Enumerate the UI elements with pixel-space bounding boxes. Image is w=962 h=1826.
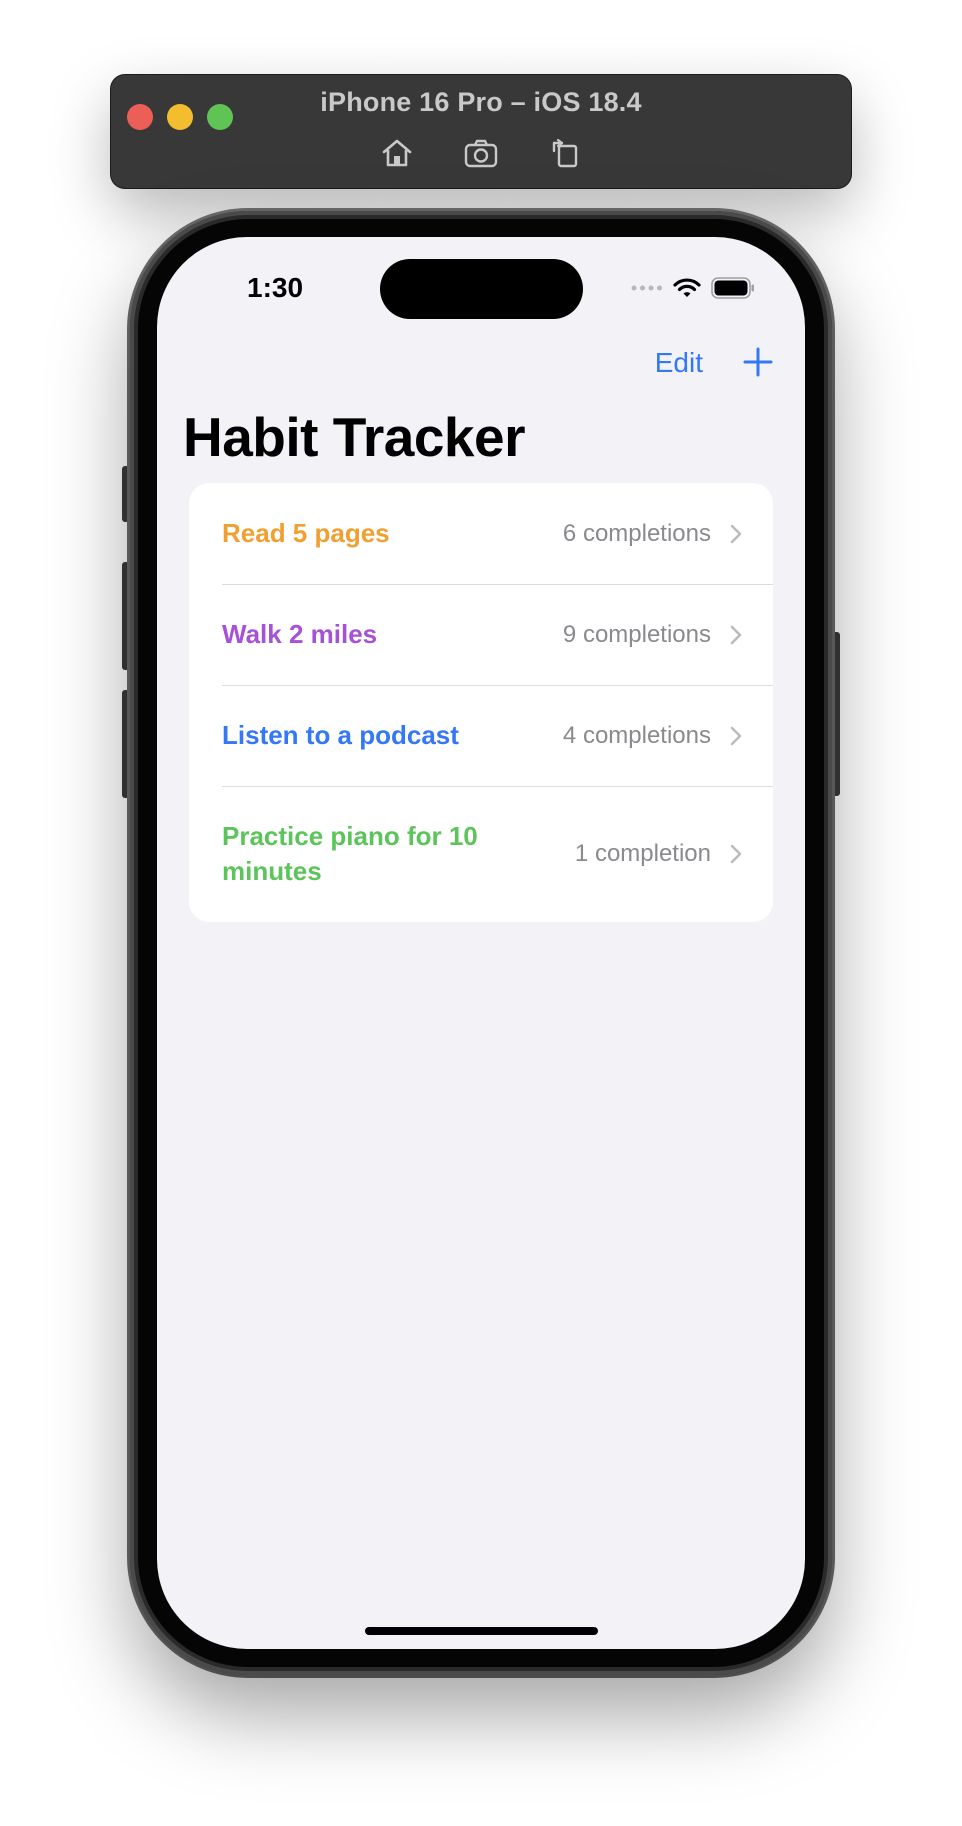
habit-row[interactable]: Walk 2 miles 9 completions — [189, 584, 773, 685]
add-habit-button[interactable] — [740, 344, 776, 380]
screenshot-icon[interactable] — [463, 135, 499, 171]
habit-completion-count: 9 completions — [562, 620, 711, 648]
habit-row[interactable]: Read 5 pages 6 completions — [189, 483, 773, 584]
plus-icon — [743, 347, 773, 377]
page-title: Habit Tracker — [183, 406, 526, 468]
habit-name: Listen to a podcast — [222, 720, 459, 750]
simulator-toolbar — [111, 135, 851, 171]
chevron-right-icon — [730, 524, 742, 543]
dynamic-island — [380, 259, 583, 319]
home-icon[interactable] — [379, 135, 415, 171]
chevron-right-icon — [730, 726, 742, 745]
habit-name: Read 5 pages — [222, 518, 390, 548]
rotate-icon[interactable] — [547, 135, 583, 171]
status-time: 1:30 — [247, 272, 304, 303]
habit-completion-count: 4 completions — [562, 721, 711, 749]
habit-list: Read 5 pages 6 completions Walk 2 miles … — [189, 483, 773, 922]
wifi-icon — [673, 278, 701, 297]
phone-screen: 1:30 Edit Habit Tracker Read 5 pages 6 c… — [157, 237, 805, 1649]
habit-name: Practice piano for 10 minutes — [222, 821, 478, 886]
home-indicator[interactable] — [365, 1627, 598, 1635]
edit-button[interactable]: Edit — [655, 347, 703, 379]
habit-completion-count: 1 completion — [574, 840, 711, 867]
habit-completion-count: 6 completions — [562, 519, 711, 547]
habit-row[interactable]: Listen to a podcast 4 completions — [189, 685, 773, 786]
simulator-titlebar: iPhone 16 Pro – iOS 18.4 — [111, 75, 851, 188]
habit-row[interactable]: Practice piano for 10 minutes 1 completi… — [189, 786, 773, 922]
habit-name: Walk 2 miles — [222, 619, 378, 649]
status-icons — [631, 277, 755, 299]
chevron-right-icon — [730, 844, 742, 864]
battery-icon — [711, 277, 754, 299]
chevron-right-icon — [730, 625, 742, 644]
simulator-title: iPhone 16 Pro – iOS 18.4 — [320, 87, 642, 117]
cellular-dots-icon — [631, 285, 662, 291]
